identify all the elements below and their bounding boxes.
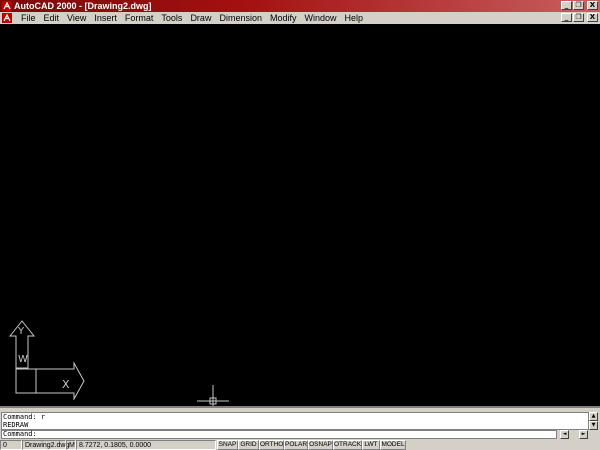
grid-toggle[interactable]: GRID <box>238 440 259 450</box>
menu-file[interactable]: File <box>17 12 40 24</box>
minimize-button[interactable]: _ <box>561 1 572 10</box>
drawing-area[interactable]: Y W X <box>0 24 600 417</box>
history-line: REDRAW <box>3 421 29 429</box>
close-button[interactable]: X <box>587 1 598 10</box>
command-history: Command: r REDRAW <box>1 412 589 430</box>
scroll-down-icon[interactable]: ▼ <box>589 421 598 430</box>
history-line: Command: r <box>3 413 46 421</box>
menu-edit[interactable]: Edit <box>40 12 64 24</box>
scroll-left-icon[interactable]: ◄ <box>560 430 569 439</box>
osnap-toggle[interactable]: OSNAP <box>308 440 333 450</box>
ucs-x-label: X <box>62 378 70 391</box>
file-indicator: Drawing2.dwg <box>22 440 69 450</box>
command-hscrollbar[interactable]: ◄ ► <box>560 430 588 439</box>
restore-button[interactable]: ❐ <box>573 1 584 10</box>
menu-view[interactable]: View <box>63 12 90 24</box>
menu-modify[interactable]: Modify <box>266 12 301 24</box>
window-title: AutoCAD 2000 - [Drawing2.dwg] <box>14 1 152 11</box>
command-input[interactable]: Command: <box>1 430 557 439</box>
menu-help[interactable]: Help <box>341 12 368 24</box>
menu-tools[interactable]: Tools <box>157 12 186 24</box>
menu-dimension[interactable]: Dimension <box>215 12 266 24</box>
status-bar: 0 Drawing2.dwg M 8.7272, 0.1805, 0.0000 … <box>0 440 600 450</box>
ortho-toggle[interactable]: ORTHO <box>259 440 284 450</box>
menu-insert[interactable]: Insert <box>90 12 121 24</box>
layer-indicator: 0 <box>0 440 22 450</box>
doc-minimize-button[interactable]: _ <box>561 13 572 22</box>
scroll-right-icon[interactable]: ► <box>579 430 588 439</box>
title-bar: AutoCAD 2000 - [Drawing2.dwg] _ ❐ X <box>0 0 600 12</box>
mode-indicator: M <box>66 440 76 450</box>
polar-toggle[interactable]: POLAR <box>284 440 308 450</box>
document-icon[interactable] <box>2 13 12 23</box>
model-toggle[interactable]: MODEL <box>380 440 406 450</box>
menu-draw[interactable]: Draw <box>186 12 215 24</box>
coordinate-readout: 8.7272, 0.1805, 0.0000 <box>76 440 216 450</box>
command-scrollbar[interactable]: ▲ ▼ <box>589 412 598 430</box>
scroll-up-icon[interactable]: ▲ <box>589 412 598 421</box>
snap-toggle[interactable]: SNAP <box>217 440 238 450</box>
menu-window[interactable]: Window <box>301 12 341 24</box>
ucs-icon: Y W X <box>8 320 85 400</box>
doc-close-button[interactable]: X <box>587 13 598 22</box>
doc-restore-button[interactable]: ❐ <box>573 13 584 22</box>
lwt-toggle[interactable]: LWT <box>362 440 380 450</box>
menu-format[interactable]: Format <box>121 12 158 24</box>
otrack-toggle[interactable]: OTRACK <box>333 440 362 450</box>
ucs-y-label: Y <box>17 326 25 337</box>
command-window: Command: r REDRAW ▲ ▼ Command: ◄ ► <box>0 406 600 439</box>
autocad-logo-icon[interactable] <box>2 1 12 11</box>
ucs-w-label: W <box>18 354 28 365</box>
menu-bar: File Edit View Insert Format Tools Draw … <box>0 12 600 24</box>
